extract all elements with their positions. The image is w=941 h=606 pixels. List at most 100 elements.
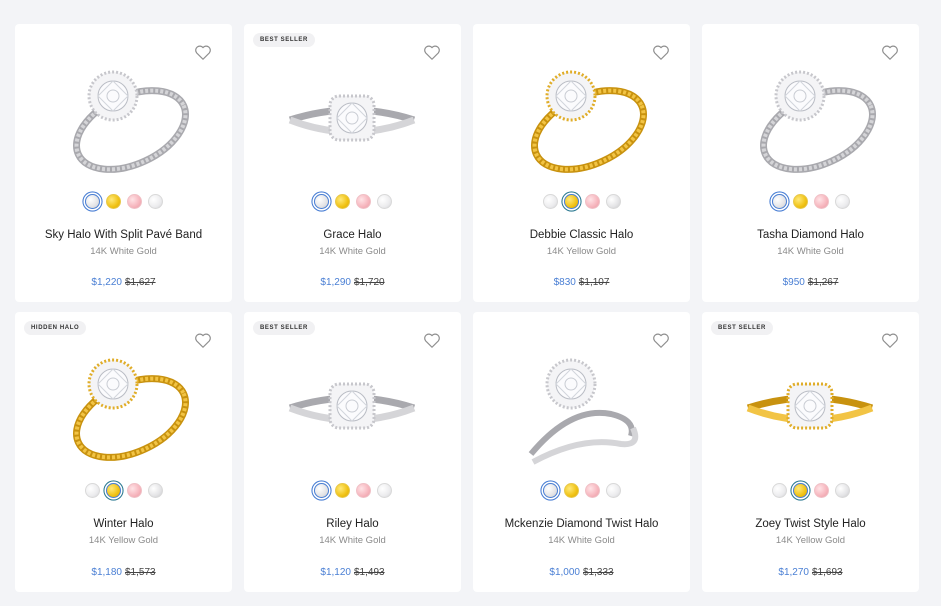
metal-swatch-yellow[interactable] [105, 483, 121, 498]
product-metal: 14K Yellow Gold [546, 246, 617, 257]
product-prices: $830 $1,107 [473, 277, 690, 288]
metal-swatch-yellow[interactable] [792, 483, 808, 498]
metal-swatch-yellow[interactable] [563, 194, 579, 209]
product-card[interactable]: Debbie Classic Halo 14K Yellow Gold $830… [473, 24, 690, 302]
sale-price: $1,220 [91, 277, 122, 288]
metal-swatch-yellow[interactable] [792, 194, 808, 209]
metal-swatch-white[interactable] [834, 483, 850, 498]
product-name[interactable]: Riley Halo [244, 518, 461, 530]
product-grid: Sky Halo With Split Pavé Band 14K White … [0, 0, 941, 606]
product-card[interactable]: BEST SELLER Riley Halo 14K White Gold $1… [244, 312, 461, 592]
product-metal: 14K White Gold [548, 535, 615, 546]
metal-swatch-white[interactable] [84, 194, 100, 209]
ring-image[interactable] [53, 48, 193, 188]
ring-image[interactable] [740, 48, 880, 188]
product-card[interactable]: BEST SELLER Grace Halo 14K White Gold $1… [244, 24, 461, 302]
metal-swatch-rose[interactable] [584, 194, 600, 209]
metal-swatch-rose[interactable] [126, 194, 142, 209]
heart-icon[interactable] [423, 332, 441, 349]
metal-swatch-white[interactable] [771, 194, 787, 209]
product-name[interactable]: Winter Halo [15, 518, 232, 530]
product-prices: $1,120 $1,493 [244, 567, 461, 578]
product-name[interactable]: Tasha Diamond Halo [702, 229, 919, 241]
ring-image[interactable] [53, 336, 193, 476]
metal-swatches [702, 483, 919, 498]
sale-price: $950 [782, 277, 805, 288]
metal-swatch-platinum[interactable] [376, 194, 392, 209]
heart-icon[interactable] [652, 332, 670, 349]
metal-swatch-white[interactable] [313, 483, 329, 498]
original-price: $1,627 [125, 277, 156, 288]
metal-swatch-platinum[interactable] [147, 194, 163, 209]
metal-swatch-yellow[interactable] [334, 194, 350, 209]
product-card[interactable]: Tasha Diamond Halo 14K White Gold $950 $1… [702, 24, 919, 302]
product-prices: $1,290 $1,720 [244, 277, 461, 288]
heart-icon[interactable] [194, 332, 212, 349]
metal-swatch-white[interactable] [147, 483, 163, 498]
ring-image[interactable] [740, 336, 880, 476]
product-badge: BEST SELLER [253, 321, 315, 335]
metal-swatch-rose[interactable] [813, 194, 829, 209]
metal-swatches [473, 194, 690, 209]
product-prices: $1,270 $1,693 [702, 567, 919, 578]
original-price: $1,267 [807, 277, 839, 288]
sale-price: $1,290 [320, 277, 351, 288]
product-badge: BEST SELLER [253, 33, 315, 47]
product-name[interactable]: Grace Halo [244, 229, 461, 241]
sale-price: $1,180 [91, 567, 122, 578]
metal-swatches [15, 483, 232, 498]
product-name[interactable]: Mckenzie Diamond Twist Halo [473, 518, 690, 530]
product-prices: $1,180 $1,573 [15, 567, 232, 578]
metal-swatch-rose[interactable] [126, 483, 142, 498]
sale-price: $1,270 [778, 567, 809, 578]
metal-swatch-yellow[interactable] [334, 483, 350, 498]
metal-swatch-platinum[interactable] [84, 483, 100, 498]
metal-swatches [244, 194, 461, 209]
product-name[interactable]: Debbie Classic Halo [473, 229, 690, 241]
ring-image[interactable] [282, 48, 422, 188]
product-metal: 14K Yellow Gold [88, 535, 159, 546]
product-badge: HIDDEN HALO [24, 321, 87, 335]
metal-swatch-white[interactable] [542, 483, 558, 498]
original-price: $1,107 [578, 277, 610, 288]
original-price: $1,333 [583, 567, 614, 578]
metal-swatch-platinum[interactable] [376, 483, 392, 498]
metal-swatch-yellow[interactable] [105, 194, 121, 209]
heart-icon[interactable] [423, 44, 441, 61]
heart-icon[interactable] [194, 44, 212, 61]
metal-swatch-yellow[interactable] [563, 483, 579, 498]
metal-swatch-rose[interactable] [355, 483, 371, 498]
product-name[interactable]: Zoey Twist Style Halo [702, 518, 919, 530]
metal-swatch-platinum[interactable] [834, 194, 850, 209]
heart-icon[interactable] [881, 332, 899, 349]
product-card[interactable]: HIDDEN HALO Winter Halo 14K Yellow Gold … [15, 312, 232, 592]
ring-image[interactable] [282, 336, 422, 476]
product-card[interactable]: BEST SELLER Zoey Twist Style Halo 14K Ye… [702, 312, 919, 592]
metal-swatch-white[interactable] [605, 194, 621, 209]
product-prices: $1,000 $1,333 [473, 567, 690, 578]
product-card[interactable]: Mckenzie Diamond Twist Halo 14K White Go… [473, 312, 690, 592]
metal-swatch-rose[interactable] [813, 483, 829, 498]
heart-icon[interactable] [652, 44, 670, 61]
product-name[interactable]: Sky Halo With Split Pavé Band [15, 229, 232, 241]
ring-image[interactable] [511, 48, 651, 188]
sale-price: $830 [553, 277, 576, 288]
sale-price: $1,000 [549, 567, 580, 578]
metal-swatch-rose[interactable] [584, 483, 600, 498]
metal-swatches [473, 483, 690, 498]
product-card[interactable]: Sky Halo With Split Pavé Band 14K White … [15, 24, 232, 302]
metal-swatch-platinum[interactable] [605, 483, 621, 498]
product-metal: 14K White Gold [319, 246, 386, 257]
product-prices: $950 $1,267 [702, 277, 919, 288]
sale-price: $1,120 [320, 567, 351, 578]
product-prices: $1,220 $1,627 [15, 277, 232, 288]
metal-swatch-white[interactable] [313, 194, 329, 209]
product-metal: 14K White Gold [777, 246, 844, 257]
original-price: $1,493 [354, 567, 385, 578]
metal-swatch-platinum[interactable] [771, 483, 787, 498]
metal-swatch-rose[interactable] [355, 194, 371, 209]
metal-swatch-platinum[interactable] [542, 194, 558, 209]
product-metal: 14K Yellow Gold [775, 535, 846, 546]
ring-image[interactable] [511, 336, 651, 476]
heart-icon[interactable] [881, 44, 899, 61]
